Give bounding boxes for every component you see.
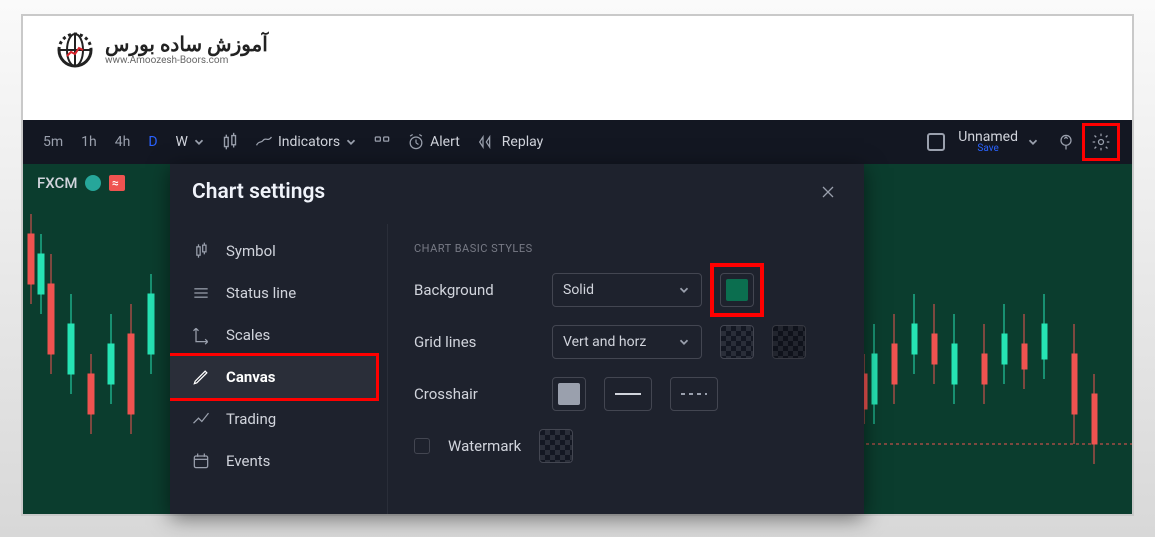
close-button[interactable] <box>814 178 842 206</box>
indicators-icon <box>254 132 274 152</box>
sidebar-item-events[interactable]: Events <box>170 440 387 482</box>
section-heading: CHART BASIC STYLES <box>414 242 838 255</box>
highlight-color-swatch <box>710 263 764 317</box>
row-background: Background Solid <box>414 273 838 307</box>
candlestick-chart-right <box>842 194 1132 504</box>
ticker-symbol: FXCM <box>37 174 77 192</box>
sidebar-item-trading[interactable]: Trading <box>170 398 387 440</box>
sidebar-item-canvas[interactable]: Canvas <box>170 356 376 398</box>
watermark-color-swatch[interactable] <box>539 429 573 463</box>
interval-d[interactable]: D <box>140 130 165 154</box>
row-grid-lines: Grid lines Vert and horz <box>414 325 838 359</box>
sidebar-item-status-line[interactable]: Status line <box>170 272 387 314</box>
pencil-icon <box>190 366 212 388</box>
crosshair-style-select[interactable] <box>670 377 718 411</box>
globe-icon <box>53 28 97 72</box>
chevron-down-icon <box>344 135 358 149</box>
highlight-settings-button <box>1082 123 1120 161</box>
trend-icon <box>190 408 212 430</box>
background-label: Background <box>414 281 534 299</box>
sidebar-label: Status line <box>226 284 296 302</box>
alert-label: Alert <box>430 134 460 150</box>
interval-5m[interactable]: 5m <box>35 130 71 154</box>
grid-vert-color-swatch[interactable] <box>720 325 754 359</box>
background-type-select[interactable]: Solid <box>552 273 702 307</box>
chart-settings-modal: Chart settings Symbol Status line Scales <box>170 164 864 514</box>
sidebar-label: Symbol <box>226 242 276 260</box>
chevron-down-icon[interactable] <box>1026 135 1040 149</box>
candlestick-chart-left <box>23 194 173 504</box>
interval-w[interactable]: W <box>168 130 214 154</box>
top-toolbar: 5m 1h 4h D W Indicators Alert Replay <box>23 120 1132 164</box>
grid-type-select[interactable]: Vert and horz <box>552 325 702 359</box>
save-label: Save <box>977 144 998 154</box>
chevron-down-icon <box>677 283 691 297</box>
sidebar-label: Trading <box>226 410 276 428</box>
candles-icon[interactable] <box>216 128 244 156</box>
sidebar-label: Scales <box>226 326 270 344</box>
ticker-bar: FXCM ≈ <box>37 174 125 192</box>
alarm-icon <box>406 132 426 152</box>
interval-1h[interactable]: 1h <box>73 130 105 154</box>
row-watermark: Watermark <box>414 429 838 463</box>
select-value: Solid <box>563 282 594 298</box>
logo-arabic-text: آموزش ساده بورس <box>105 34 268 54</box>
grid-horz-color-swatch[interactable] <box>772 325 806 359</box>
sidebar-label: Events <box>226 452 270 470</box>
background-color-swatch[interactable] <box>720 273 754 307</box>
sidebar-label: Canvas <box>226 368 275 386</box>
row-crosshair: Crosshair <box>414 377 838 411</box>
replay-icon <box>478 132 498 152</box>
crosshair-label: Crosshair <box>414 385 534 403</box>
sidebar-item-symbol[interactable]: Symbol <box>170 230 387 272</box>
chevron-down-icon <box>677 335 691 349</box>
layout-name-button[interactable]: Unnamed Save <box>952 130 1024 154</box>
logo-url-text: www.Amoozesh-Boors.com <box>105 56 268 66</box>
candle-icon <box>190 240 212 262</box>
indicators-label: Indicators <box>278 134 340 150</box>
crosshair-color-swatch[interactable] <box>552 377 586 411</box>
quick-search-icon[interactable] <box>1052 128 1080 156</box>
replay-button[interactable]: Replay <box>470 128 551 156</box>
replay-label: Replay <box>502 134 543 150</box>
grid-label: Grid lines <box>414 333 534 351</box>
close-icon <box>818 182 838 202</box>
highlight-canvas-item: Canvas <box>170 353 379 401</box>
svg-text:≈: ≈ <box>112 176 119 190</box>
layout-icon[interactable] <box>368 128 396 156</box>
select-value: Vert and horz <box>563 334 646 350</box>
settings-content: CHART BASIC STYLES Background Solid Grid… <box>388 224 864 514</box>
crosshair-width-select[interactable] <box>604 377 652 411</box>
sidebar-item-scales[interactable]: Scales <box>170 314 387 356</box>
chevron-down-icon <box>192 135 206 149</box>
indicators-button[interactable]: Indicators <box>246 128 366 156</box>
calendar-icon <box>190 450 212 472</box>
watermark-label: Watermark <box>448 437 521 455</box>
settings-sidebar: Symbol Status line Scales Canvas <box>170 224 388 514</box>
approx-equal-icon: ≈ <box>109 175 125 191</box>
market-open-dot-icon <box>85 175 101 191</box>
watermark-checkbox[interactable] <box>414 438 430 454</box>
interval-4h[interactable]: 4h <box>107 130 139 154</box>
alert-button[interactable]: Alert <box>398 128 468 156</box>
checkbox-empty-icon[interactable] <box>922 128 950 156</box>
modal-title: Chart settings <box>192 180 325 204</box>
brand-logo: آموزش ساده بورس www.Amoozesh-Boors.com <box>53 28 268 72</box>
interval-w-label: W <box>176 134 188 150</box>
settings-gear-icon[interactable] <box>1087 128 1115 156</box>
layout-name-label: Unnamed <box>958 130 1018 144</box>
lines-icon <box>190 282 212 304</box>
axes-icon <box>190 324 212 346</box>
